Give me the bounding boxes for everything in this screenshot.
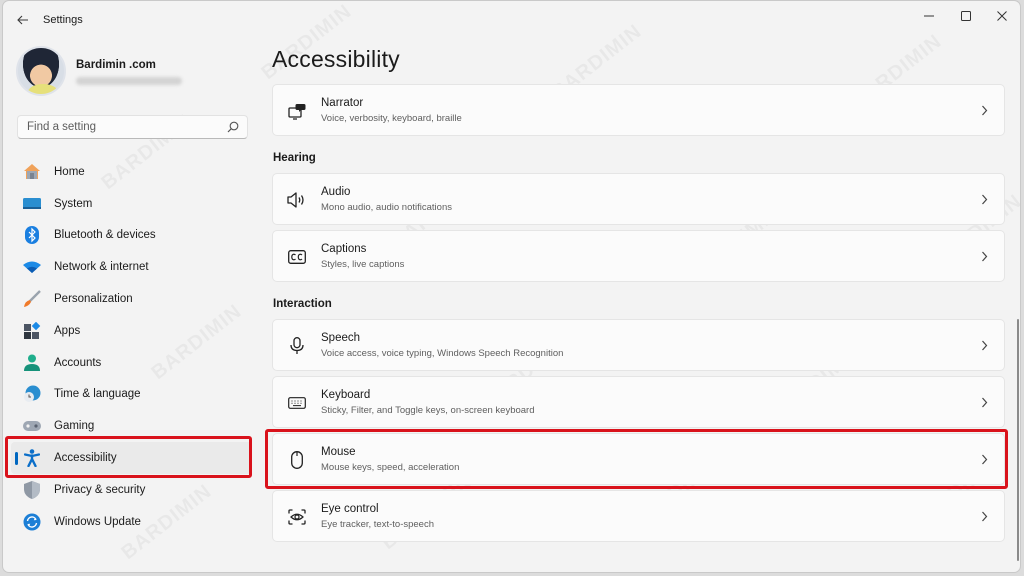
sidebar-item-apps[interactable]: Apps bbox=[11, 315, 252, 347]
sidebar-item-home[interactable]: Home bbox=[11, 156, 252, 188]
sidebar-nav: Home System Bluetooth & devices Network … bbox=[11, 156, 252, 538]
sidebar-item-privacy[interactable]: Privacy & security bbox=[11, 474, 252, 506]
card-mouse[interactable]: Mouse Mouse keys, speed, acceleration bbox=[272, 433, 1005, 485]
system-display-icon bbox=[23, 195, 41, 213]
arrow-left-icon bbox=[17, 15, 28, 25]
card-subtitle: Eye tracker, text-to-speech bbox=[321, 519, 434, 530]
gamepad-icon bbox=[23, 417, 41, 435]
card-subtitle: Mono audio, audio notifications bbox=[321, 202, 452, 213]
shield-icon bbox=[23, 480, 41, 499]
minimize-icon bbox=[924, 15, 934, 17]
card-subtitle: Styles, live captions bbox=[321, 259, 405, 270]
sidebar-item-system[interactable]: System bbox=[11, 188, 252, 220]
settings-window: BARDIMIN BARDIMIN BARDIMIN BARDIMIN BARD… bbox=[2, 0, 1021, 573]
chevron-right-icon bbox=[978, 395, 990, 409]
home-icon bbox=[23, 163, 41, 181]
maximize-button[interactable] bbox=[948, 4, 984, 28]
sidebar-item-windows-update[interactable]: Windows Update bbox=[11, 506, 252, 538]
app-title: Settings bbox=[43, 14, 83, 26]
sidebar-item-personalization[interactable]: Personalization bbox=[11, 283, 252, 315]
sidebar-item-gaming[interactable]: Gaming bbox=[11, 410, 252, 442]
paintbrush-icon bbox=[23, 290, 41, 308]
eye-control-icon bbox=[287, 507, 307, 527]
chevron-right-icon bbox=[978, 338, 990, 352]
card-title: Eye control bbox=[321, 503, 379, 515]
chevron-right-icon bbox=[978, 452, 990, 466]
keyboard-icon bbox=[287, 393, 307, 413]
section-label-interaction: Interaction bbox=[273, 298, 332, 310]
mouse-icon bbox=[287, 450, 307, 470]
card-subtitle: Mouse keys, speed, acceleration bbox=[321, 462, 460, 473]
card-audio[interactable]: Audio Mono audio, audio notifications bbox=[272, 173, 1005, 225]
chevron-right-icon bbox=[978, 509, 990, 523]
card-title: Keyboard bbox=[321, 389, 371, 401]
narrator-icon bbox=[287, 101, 307, 121]
title-bar: Settings bbox=[3, 1, 1020, 37]
accessibility-icon bbox=[23, 449, 41, 468]
chevron-right-icon bbox=[978, 249, 990, 263]
chevron-right-icon bbox=[978, 192, 990, 206]
section-label-hearing: Hearing bbox=[273, 152, 316, 164]
maximize-icon bbox=[961, 11, 971, 21]
chevron-right-icon bbox=[978, 103, 990, 117]
speaker-icon bbox=[287, 190, 307, 210]
avatar[interactable] bbox=[16, 46, 66, 96]
card-title: Narrator bbox=[321, 97, 364, 109]
active-indicator bbox=[15, 452, 18, 466]
sidebar-item-network[interactable]: Network & internet bbox=[11, 251, 252, 283]
person-icon bbox=[23, 354, 41, 372]
sidebar-item-bluetooth[interactable]: Bluetooth & devices bbox=[11, 220, 252, 252]
search-icon[interactable] bbox=[227, 121, 239, 133]
content-scrollbar[interactable] bbox=[1017, 319, 1019, 561]
update-sync-icon bbox=[23, 513, 41, 531]
globe-clock-icon bbox=[23, 385, 41, 403]
back-button[interactable] bbox=[12, 10, 34, 30]
page-title: Accessibility bbox=[272, 46, 400, 72]
card-subtitle: Voice, verbosity, keyboard, braille bbox=[321, 113, 462, 124]
card-eye-control[interactable]: Eye control Eye tracker, text-to-speech bbox=[272, 490, 1005, 542]
card-speech[interactable]: Speech Voice access, voice typing, Windo… bbox=[272, 319, 1005, 371]
search-input[interactable] bbox=[18, 116, 218, 138]
search-box[interactable] bbox=[17, 115, 248, 139]
wifi-icon bbox=[23, 258, 41, 276]
card-captions[interactable]: Captions Styles, live captions bbox=[272, 230, 1005, 282]
sidebar-item-accounts[interactable]: Accounts bbox=[11, 347, 252, 379]
card-keyboard[interactable]: Keyboard Sticky, Filter, and Toggle keys… bbox=[272, 376, 1005, 428]
card-subtitle: Sticky, Filter, and Toggle keys, on-scre… bbox=[321, 405, 535, 416]
closed-captions-icon bbox=[287, 247, 307, 267]
minimize-button[interactable] bbox=[911, 4, 947, 28]
microphone-icon bbox=[287, 336, 307, 356]
card-title: Captions bbox=[321, 243, 367, 255]
card-title: Mouse bbox=[321, 446, 356, 458]
card-title: Audio bbox=[321, 186, 351, 198]
sidebar-item-time-language[interactable]: Time & language bbox=[11, 379, 252, 411]
sidebar-item-accessibility[interactable]: Accessibility bbox=[11, 442, 252, 474]
user-email-blurred bbox=[76, 77, 182, 85]
user-name: Bardimin .com bbox=[76, 59, 156, 71]
apps-icon bbox=[23, 321, 41, 340]
bluetooth-icon bbox=[23, 226, 41, 245]
close-icon bbox=[997, 11, 1007, 21]
close-button[interactable] bbox=[984, 4, 1020, 28]
card-narrator[interactable]: Narrator Voice, verbosity, keyboard, bra… bbox=[272, 84, 1005, 136]
card-title: Speech bbox=[321, 332, 361, 344]
card-subtitle: Voice access, voice typing, Windows Spee… bbox=[321, 348, 564, 359]
